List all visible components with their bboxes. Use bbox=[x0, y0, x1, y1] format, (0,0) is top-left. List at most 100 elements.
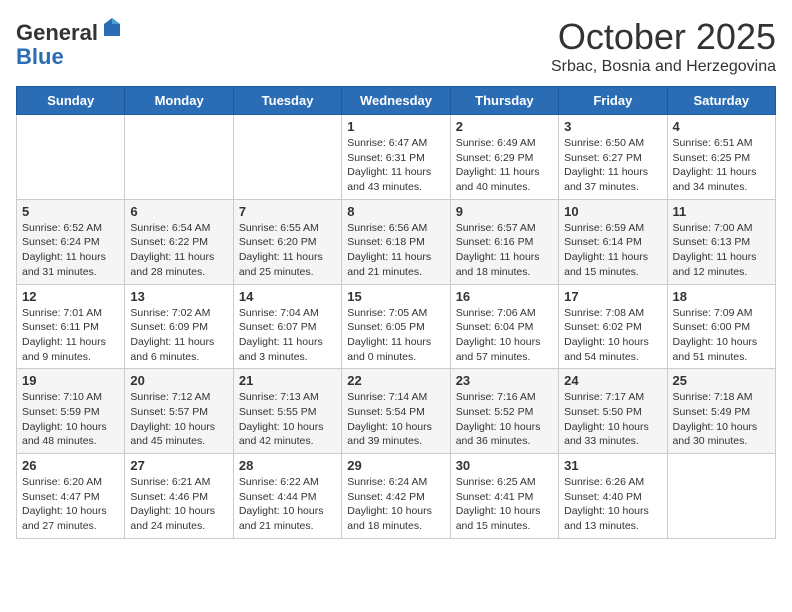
calendar-cell: 29Sunrise: 6:24 AMSunset: 4:42 PMDayligh… bbox=[342, 454, 450, 539]
day-info: Sunrise: 7:08 AMSunset: 6:02 PMDaylight:… bbox=[564, 306, 661, 365]
calendar-header-row: SundayMondayTuesdayWednesdayThursdayFrid… bbox=[17, 87, 776, 115]
day-number: 20 bbox=[130, 373, 227, 388]
calendar-cell: 6 Sunrise: 6:54 AMSunset: 6:22 PMDaylight… bbox=[125, 199, 233, 284]
weekday-header: Thursday bbox=[450, 87, 558, 115]
day-info: Sunrise: 7:10 AMSunset: 5:59 PMDaylight:… bbox=[22, 390, 119, 449]
day-info: Sunrise: 7:01 AMSunset: 6:11 PMDaylight:… bbox=[22, 306, 119, 365]
calendar-cell: 21Sunrise: 7:13 AMSunset: 5:55 PMDayligh… bbox=[233, 369, 341, 454]
calendar-cell: 5Sunrise: 6:52 AMSunset: 6:24 PMDaylight… bbox=[17, 199, 125, 284]
month-title: October 2025 bbox=[551, 16, 776, 58]
day-number: 13 bbox=[130, 289, 227, 304]
calendar-cell: 13Sunrise: 7:02 AMSunset: 6:09 PMDayligh… bbox=[125, 284, 233, 369]
calendar-cell: 1 Sunrise: 6:47 AMSunset: 6:31 PMDaylight… bbox=[342, 115, 450, 200]
title-block: October 2025 Srbac, Bosnia and Herzegovi… bbox=[551, 16, 776, 76]
day-info: Sunrise: 6:21 AMSunset: 4:46 PMDaylight:… bbox=[130, 475, 227, 534]
day-number: 11 bbox=[673, 204, 770, 219]
weekday-header: Wednesday bbox=[342, 87, 450, 115]
day-info: Sunrise: 6:55 AMSunset: 6:20 PMDaylight:… bbox=[239, 221, 336, 280]
calendar-cell: 15 Sunrise: 7:05 AMSunset: 6:05 PMDayligh… bbox=[342, 284, 450, 369]
day-number: 6 bbox=[130, 204, 227, 219]
day-info: Sunrise: 6:49 AMSunset: 6:29 PMDaylight:… bbox=[456, 136, 553, 195]
calendar-cell: 19 Sunrise: 7:10 AMSunset: 5:59 PMDayligh… bbox=[17, 369, 125, 454]
day-info: Sunrise: 6:47 AMSunset: 6:31 PMDaylight:… bbox=[347, 136, 444, 195]
calendar-cell: 16 Sunrise: 7:06 AMSunset: 6:04 PMDayligh… bbox=[450, 284, 558, 369]
calendar-cell: 4Sunrise: 6:51 AMSunset: 6:25 PMDaylight… bbox=[667, 115, 775, 200]
day-info: Sunrise: 6:56 AMSunset: 6:18 PMDaylight:… bbox=[347, 221, 444, 280]
calendar-cell: 3 Sunrise: 6:50 AMSunset: 6:27 PMDaylight… bbox=[559, 115, 667, 200]
day-number: 30 bbox=[456, 458, 553, 473]
day-number: 15 bbox=[347, 289, 444, 304]
day-number: 29 bbox=[347, 458, 444, 473]
logo-blue: Blue bbox=[16, 44, 64, 69]
calendar-cell: 26 Sunrise: 6:20 AMSunset: 4:47 PMDayligh… bbox=[17, 454, 125, 539]
calendar-cell: 25 Sunrise: 7:18 AMSunset: 5:49 PMDayligh… bbox=[667, 369, 775, 454]
page: General Blue October 2025 Srbac, Bosnia … bbox=[0, 0, 792, 555]
weekday-header: Sunday bbox=[17, 87, 125, 115]
location-subtitle: Srbac, Bosnia and Herzegovina bbox=[551, 58, 776, 76]
day-info: Sunrise: 6:59 AMSunset: 6:14 PMDaylight:… bbox=[564, 221, 661, 280]
calendar-cell: 11Sunrise: 7:00 AMSunset: 6:13 PMDayligh… bbox=[667, 199, 775, 284]
calendar-cell: 14Sunrise: 7:04 AMSunset: 6:07 PMDayligh… bbox=[233, 284, 341, 369]
day-number: 24 bbox=[564, 373, 661, 388]
day-info: Sunrise: 6:22 AMSunset: 4:44 PMDaylight:… bbox=[239, 475, 336, 534]
day-info: Sunrise: 7:06 AMSunset: 6:04 PMDaylight:… bbox=[456, 306, 553, 365]
day-info: Sunrise: 6:50 AMSunset: 6:27 PMDaylight:… bbox=[564, 136, 661, 195]
day-number: 2 bbox=[456, 119, 553, 134]
calendar-cell bbox=[233, 115, 341, 200]
logo-general: General bbox=[16, 20, 98, 45]
day-info: Sunrise: 6:26 AMSunset: 4:40 PMDaylight:… bbox=[564, 475, 661, 534]
weekday-header: Friday bbox=[559, 87, 667, 115]
day-info: Sunrise: 6:20 AMSunset: 4:47 PMDaylight:… bbox=[22, 475, 119, 534]
day-number: 8 bbox=[347, 204, 444, 219]
calendar-week-row: 19 Sunrise: 7:10 AMSunset: 5:59 PMDayligh… bbox=[17, 369, 776, 454]
day-number: 9 bbox=[456, 204, 553, 219]
day-info: Sunrise: 6:52 AMSunset: 6:24 PMDaylight:… bbox=[22, 221, 119, 280]
calendar-cell: 8 Sunrise: 6:56 AMSunset: 6:18 PMDaylight… bbox=[342, 199, 450, 284]
day-info: Sunrise: 7:14 AMSunset: 5:54 PMDaylight:… bbox=[347, 390, 444, 449]
day-number: 7 bbox=[239, 204, 336, 219]
day-number: 19 bbox=[22, 373, 119, 388]
calendar-cell: 18Sunrise: 7:09 AMSunset: 6:00 PMDayligh… bbox=[667, 284, 775, 369]
calendar-cell: 27Sunrise: 6:21 AMSunset: 4:46 PMDayligh… bbox=[125, 454, 233, 539]
day-info: Sunrise: 7:05 AMSunset: 6:05 PMDaylight:… bbox=[347, 306, 444, 365]
calendar-cell bbox=[125, 115, 233, 200]
calendar-week-row: 26 Sunrise: 6:20 AMSunset: 4:47 PMDayligh… bbox=[17, 454, 776, 539]
calendar-cell: 20 Sunrise: 7:12 AMSunset: 5:57 PMDayligh… bbox=[125, 369, 233, 454]
header: General Blue October 2025 Srbac, Bosnia … bbox=[16, 16, 776, 76]
day-info: Sunrise: 7:16 AMSunset: 5:52 PMDaylight:… bbox=[456, 390, 553, 449]
day-info: Sunrise: 7:18 AMSunset: 5:49 PMDaylight:… bbox=[673, 390, 770, 449]
calendar-cell: 10Sunrise: 6:59 AMSunset: 6:14 PMDayligh… bbox=[559, 199, 667, 284]
logo-text: General bbox=[16, 16, 124, 45]
calendar-cell: 23Sunrise: 7:16 AMSunset: 5:52 PMDayligh… bbox=[450, 369, 558, 454]
calendar-cell: 22 Sunrise: 7:14 AMSunset: 5:54 PMDayligh… bbox=[342, 369, 450, 454]
calendar-cell: 30Sunrise: 6:25 AMSunset: 4:41 PMDayligh… bbox=[450, 454, 558, 539]
day-number: 21 bbox=[239, 373, 336, 388]
calendar-cell: 7 Sunrise: 6:55 AMSunset: 6:20 PMDaylight… bbox=[233, 199, 341, 284]
calendar-cell: 17Sunrise: 7:08 AMSunset: 6:02 PMDayligh… bbox=[559, 284, 667, 369]
day-number: 1 bbox=[347, 119, 444, 134]
weekday-header: Saturday bbox=[667, 87, 775, 115]
day-number: 18 bbox=[673, 289, 770, 304]
calendar-table: SundayMondayTuesdayWednesdayThursdayFrid… bbox=[16, 86, 776, 539]
day-number: 26 bbox=[22, 458, 119, 473]
day-info: Sunrise: 7:12 AMSunset: 5:57 PMDaylight:… bbox=[130, 390, 227, 449]
day-number: 22 bbox=[347, 373, 444, 388]
day-number: 25 bbox=[673, 373, 770, 388]
calendar-cell: 9Sunrise: 6:57 AMSunset: 6:16 PMDaylight… bbox=[450, 199, 558, 284]
logo-icon bbox=[100, 16, 124, 40]
logo: General Blue bbox=[16, 16, 124, 69]
calendar-week-row: 5Sunrise: 6:52 AMSunset: 6:24 PMDaylight… bbox=[17, 199, 776, 284]
day-number: 28 bbox=[239, 458, 336, 473]
day-number: 4 bbox=[673, 119, 770, 134]
calendar-cell: 28 Sunrise: 6:22 AMSunset: 4:44 PMDayligh… bbox=[233, 454, 341, 539]
day-info: Sunrise: 7:17 AMSunset: 5:50 PMDaylight:… bbox=[564, 390, 661, 449]
weekday-header: Monday bbox=[125, 87, 233, 115]
calendar-cell: 12 Sunrise: 7:01 AMSunset: 6:11 PMDayligh… bbox=[17, 284, 125, 369]
day-info: Sunrise: 6:54 AMSunset: 6:22 PMDaylight:… bbox=[130, 221, 227, 280]
day-number: 16 bbox=[456, 289, 553, 304]
calendar-week-row: 12 Sunrise: 7:01 AMSunset: 6:11 PMDayligh… bbox=[17, 284, 776, 369]
calendar-cell: 24 Sunrise: 7:17 AMSunset: 5:50 PMDayligh… bbox=[559, 369, 667, 454]
day-number: 12 bbox=[22, 289, 119, 304]
calendar-cell: 31Sunrise: 6:26 AMSunset: 4:40 PMDayligh… bbox=[559, 454, 667, 539]
day-number: 3 bbox=[564, 119, 661, 134]
